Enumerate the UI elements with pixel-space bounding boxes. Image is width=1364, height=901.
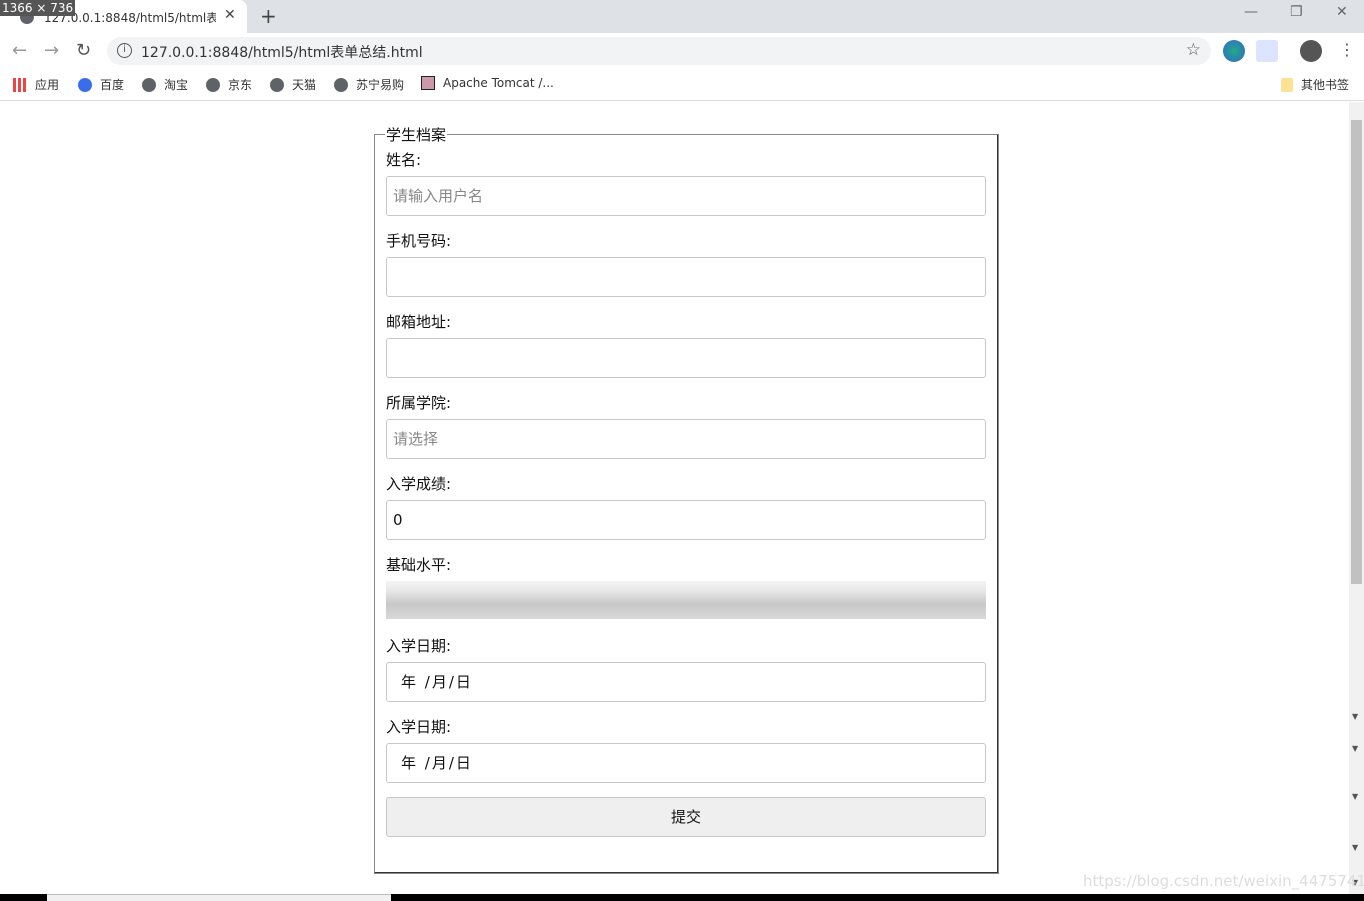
account-icon[interactable] xyxy=(1300,40,1322,62)
college-input[interactable]: 请选择 xyxy=(386,419,986,459)
arrow-down-icon: ▼ xyxy=(1352,792,1359,801)
tab-bar: 127.0.0.1:8848/html5/html表单总结.html ✕ + —… xyxy=(0,0,1364,33)
date2-label: 入学日期: xyxy=(386,718,452,736)
name-label: 姓名: xyxy=(386,151,422,169)
arrow-down-icon: ▼ xyxy=(1352,843,1359,852)
form-legend: 学生档案 xyxy=(386,126,447,144)
bookmark-label: 苏宁易购 xyxy=(356,78,405,92)
level-range-slider[interactable] xyxy=(386,581,986,619)
bookmark-baidu[interactable]: 百度 xyxy=(78,76,124,93)
bookmark-other[interactable]: 其他书签 xyxy=(1281,76,1349,93)
score-label: 入学成绩: xyxy=(386,475,452,493)
date1-input[interactable]: 年 /月/日 xyxy=(386,662,986,702)
url-text[interactable]: 127.0.0.1:8848/html5/html表单总结.html xyxy=(141,42,423,62)
email-label: 邮箱地址: xyxy=(386,313,452,331)
apps-icon xyxy=(13,77,27,92)
baidu-paw-icon xyxy=(78,77,92,92)
date1-label: 入学日期: xyxy=(386,637,452,655)
address-bar[interactable]: i 127.0.0.1:8848/html5/html表单总结.html ☆ xyxy=(107,37,1211,65)
back-icon[interactable]: ← xyxy=(12,40,27,61)
bookmark-label: 淘宝 xyxy=(164,78,189,92)
browser-toolbar: ← → ↻ i 127.0.0.1:8848/html5/html表单总结.ht… xyxy=(0,33,1364,69)
college-placeholder: 请选择 xyxy=(393,430,439,448)
taskbar xyxy=(0,894,1364,901)
bookmark-label: 百度 xyxy=(100,78,125,92)
bookmark-taobao[interactable]: 淘宝 xyxy=(142,76,188,93)
globe-icon xyxy=(142,77,156,92)
name-input[interactable]: 请输入用户名 xyxy=(386,176,986,216)
screen-size-badge: 1366 × 736 xyxy=(0,0,76,16)
arrow-down-icon: ▼ xyxy=(1352,712,1359,721)
window-close-icon[interactable]: ✕ xyxy=(1336,4,1348,20)
phone-label: 手机号码: xyxy=(386,232,452,250)
phone-input[interactable] xyxy=(386,257,986,297)
tomcat-icon xyxy=(421,76,435,90)
level-label: 基础水平: xyxy=(386,556,452,574)
bookmark-label: 其他书签 xyxy=(1301,78,1350,92)
new-tab-icon[interactable]: + xyxy=(260,4,277,28)
extension-icon[interactable] xyxy=(1223,40,1245,62)
page-content: 学生档案 姓名: 请输入用户名 手机号码: 邮箱地址: 所属学院: 请选择 入学… xyxy=(0,102,1349,894)
reload-icon[interactable]: ↻ xyxy=(76,40,91,61)
bookmark-label: 京东 xyxy=(228,78,253,92)
minimize-icon[interactable]: — xyxy=(1244,4,1258,20)
college-label: 所属学院: xyxy=(386,394,452,412)
arrow-down-icon: ▼ xyxy=(1352,744,1359,753)
watermark: https://blog.csdn.net/weixin_44757417 xyxy=(1083,872,1364,890)
bookmark-apps[interactable]: 应用 xyxy=(13,76,59,93)
score-input[interactable]: 0 xyxy=(386,500,986,540)
student-form: 学生档案 姓名: 请输入用户名 手机号码: 邮箱地址: 所属学院: 请选择 入学… xyxy=(374,124,999,874)
globe-icon xyxy=(334,77,348,92)
bookmark-label: Apache Tomcat /... xyxy=(443,76,554,90)
email-input[interactable] xyxy=(386,338,986,378)
bookmarks-bar: 应用 百度 淘宝 京东 天猫 苏宁易购 Apache Tomcat /... 其… xyxy=(0,69,1364,101)
name-placeholder: 请输入用户名 xyxy=(393,187,484,205)
bird-extension-icon[interactable] xyxy=(1256,40,1278,62)
globe-icon xyxy=(270,77,284,92)
submit-button[interactable]: 提交 xyxy=(386,797,986,837)
info-icon[interactable]: i xyxy=(117,43,132,58)
bookmark-label: 应用 xyxy=(35,78,60,92)
bookmark-tomcat[interactable]: Apache Tomcat /... xyxy=(421,76,554,90)
forward-icon[interactable]: → xyxy=(44,40,59,61)
scrollbar-thumb[interactable] xyxy=(1351,120,1362,584)
star-icon[interactable]: ☆ xyxy=(1186,40,1201,60)
menu-icon[interactable]: ⋮ xyxy=(1339,40,1355,59)
taskbar-item[interactable] xyxy=(47,894,391,901)
bookmark-suning[interactable]: 苏宁易购 xyxy=(334,76,404,93)
globe-icon xyxy=(206,77,220,92)
restore-icon[interactable]: ❐ xyxy=(1290,4,1303,20)
bookmark-label: 天猫 xyxy=(292,78,317,92)
folder-icon xyxy=(1281,77,1293,92)
bookmark-tmall[interactable]: 天猫 xyxy=(270,76,316,93)
bookmark-jd[interactable]: 京东 xyxy=(206,76,252,93)
page-scrollbar[interactable]: ▼ ▼ ▼ ▼ ▼ xyxy=(1349,102,1364,894)
close-tab-icon[interactable]: ✕ xyxy=(224,7,236,23)
date2-input[interactable]: 年 /月/日 xyxy=(386,743,986,783)
